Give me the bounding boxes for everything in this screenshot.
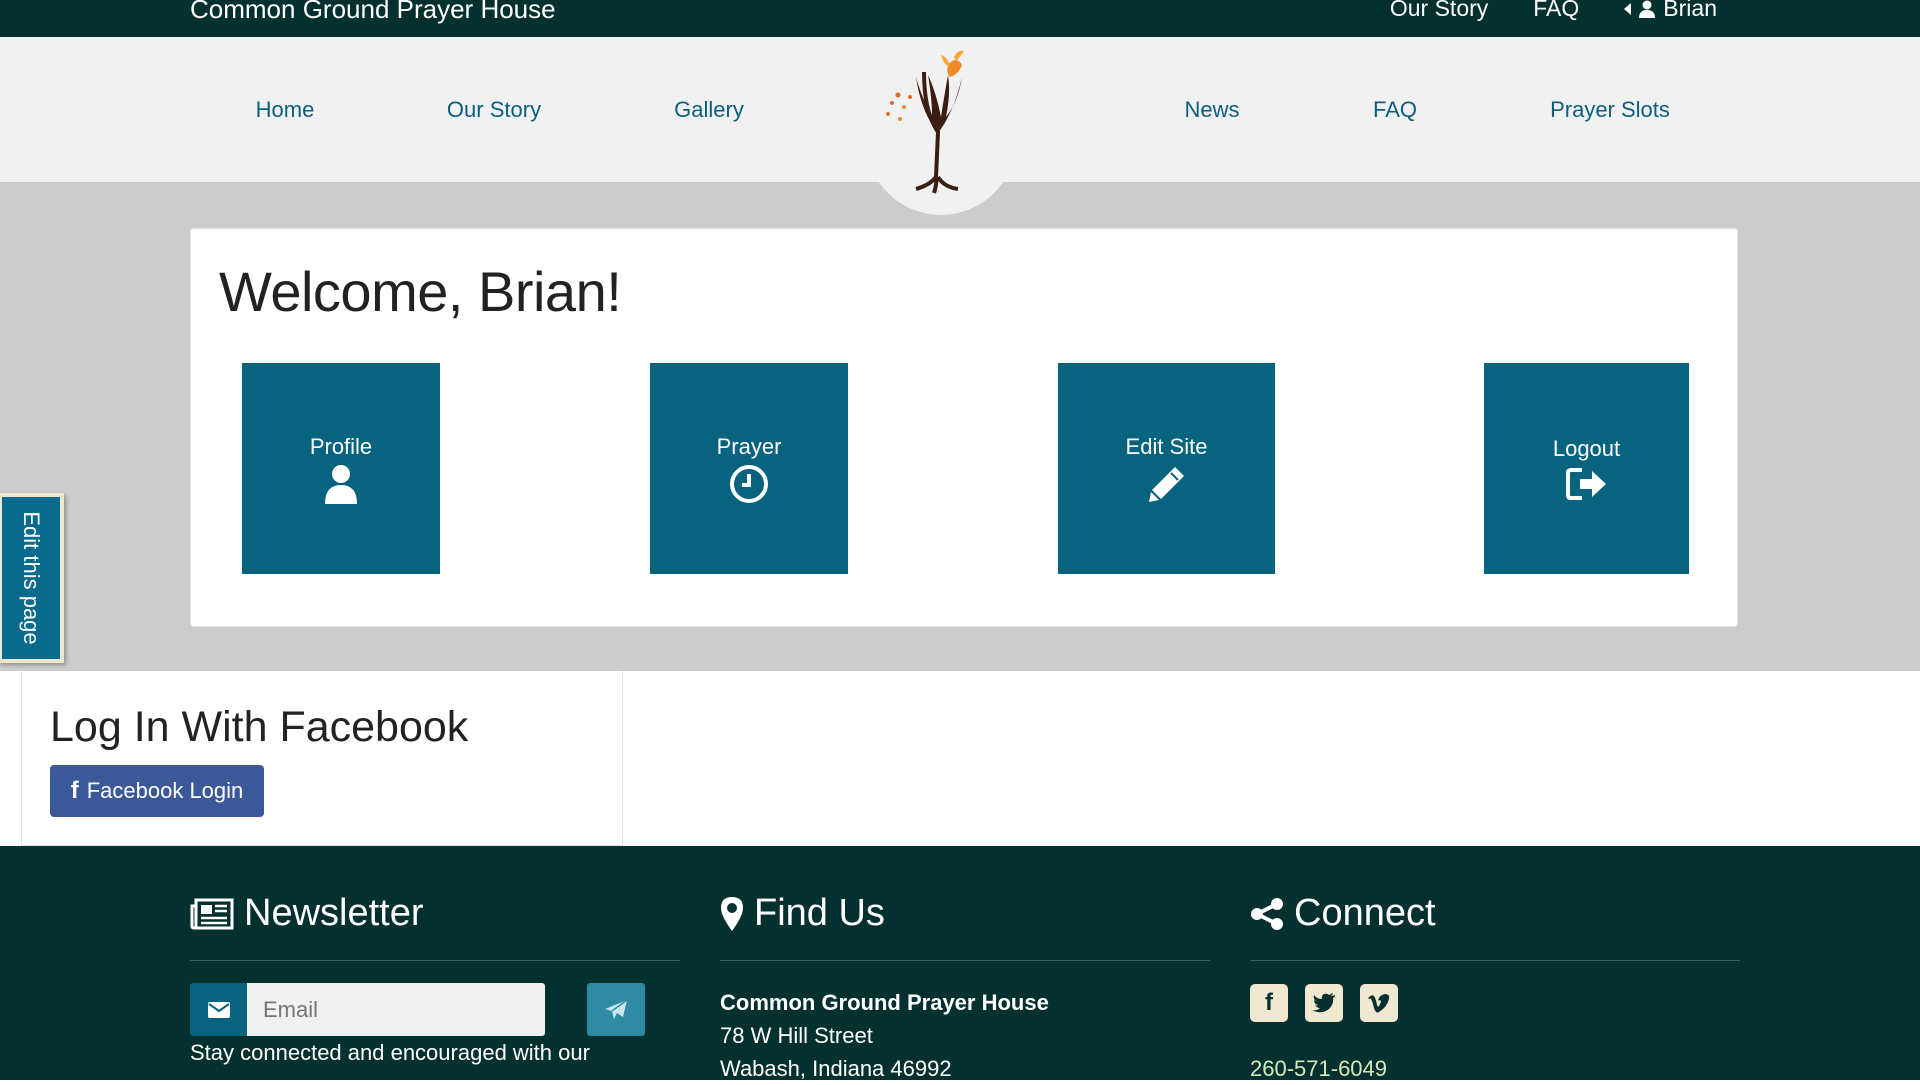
top-link-our-story[interactable]: Our Story xyxy=(1390,0,1488,22)
address-street: 78 W Hill Street xyxy=(720,1023,873,1048)
logo[interactable] xyxy=(866,37,1016,215)
divider xyxy=(720,960,1210,961)
nav-gallery[interactable]: Gallery xyxy=(674,97,744,123)
connect-heading: Connect xyxy=(1250,892,1436,935)
nav-prayer-slots[interactable]: Prayer Slots xyxy=(1550,97,1670,123)
tile-label: Edit Site xyxy=(1125,433,1208,459)
facebook-login-label: Facebook Login xyxy=(86,778,244,803)
top-bar: Common Ground Prayer House Our Story FAQ… xyxy=(0,0,1920,37)
connect-title: Connect xyxy=(1294,892,1436,934)
top-links: Our Story FAQ Brian xyxy=(1390,0,1717,22)
envelope-icon xyxy=(190,983,247,1036)
user-name: Brian xyxy=(1663,0,1717,21)
profile-tile[interactable]: Profile xyxy=(242,363,440,574)
tree-dove-logo-icon xyxy=(886,50,964,194)
twitter-icon[interactable] xyxy=(1305,984,1343,1022)
tile-label: Logout xyxy=(1552,435,1621,461)
map-marker-icon xyxy=(721,896,743,931)
facebook-login-title: Log In With Facebook xyxy=(50,703,469,751)
caret-left-icon xyxy=(1624,2,1632,15)
nav-news[interactable]: News xyxy=(1184,97,1239,123)
prayer-tile[interactable]: Prayer xyxy=(650,363,848,574)
facebook-login-card: Log In With Facebook f Facebook Login xyxy=(21,671,623,846)
top-link-faq[interactable]: FAQ xyxy=(1533,0,1579,22)
pencil-icon xyxy=(1148,466,1184,502)
user-icon xyxy=(325,464,357,504)
welcome-heading: Welcome, Brian! xyxy=(219,260,622,323)
facebook-login-button[interactable]: f Facebook Login xyxy=(50,765,264,817)
logout-tile[interactable]: Logout xyxy=(1484,363,1689,574)
edit-page-tab[interactable]: Edit this page xyxy=(0,493,64,663)
newsletter-description: Stay connected and encouraged with our xyxy=(190,1040,590,1065)
tile-label: Prayer xyxy=(716,433,782,459)
vimeo-icon[interactable] xyxy=(1360,984,1398,1022)
dashboard-card: Welcome, Brian! Profile Prayer Edit Site… xyxy=(190,228,1738,627)
tile-label: Profile xyxy=(309,433,373,459)
email-field[interactable] xyxy=(247,983,545,1036)
nav-our-story[interactable]: Our Story xyxy=(447,97,541,123)
address: Common Ground Prayer House 78 W Hill Str… xyxy=(720,986,1049,1085)
user-menu[interactable]: Brian xyxy=(1624,0,1717,22)
divider xyxy=(1250,960,1740,961)
edit-page-tab-label: Edit this page xyxy=(19,511,44,645)
facebook-f-icon: f xyxy=(70,777,79,804)
paper-plane-icon xyxy=(605,998,628,1019)
newsletter-title: Newsletter xyxy=(244,892,424,934)
site-brand[interactable]: Common Ground Prayer House xyxy=(190,0,556,25)
email-input-group xyxy=(190,983,545,1036)
facebook-icon[interactable]: f xyxy=(1250,984,1288,1022)
nav-home[interactable]: Home xyxy=(256,97,315,123)
social-links: f xyxy=(1250,984,1398,1022)
newspaper-icon xyxy=(190,898,234,929)
clock-icon xyxy=(730,464,768,503)
share-icon xyxy=(1251,897,1283,930)
find-us-title: Find Us xyxy=(754,892,885,934)
newsletter-heading: Newsletter xyxy=(190,892,424,935)
send-button[interactable] xyxy=(587,983,645,1036)
address-name: Common Ground Prayer House xyxy=(720,990,1049,1015)
user-icon xyxy=(1639,0,1656,18)
nav-faq[interactable]: FAQ xyxy=(1373,97,1417,123)
divider xyxy=(190,960,680,961)
edit-site-tile[interactable]: Edit Site xyxy=(1058,363,1275,574)
address-city: Wabash, Indiana 46992 xyxy=(720,1056,952,1081)
sign-out-icon xyxy=(1565,467,1606,500)
footer: Newsletter Stay connected and encouraged… xyxy=(0,846,1920,1082)
find-us-heading: Find Us xyxy=(720,892,885,935)
phone-number[interactable]: 260-571-6049 xyxy=(1250,1056,1387,1082)
